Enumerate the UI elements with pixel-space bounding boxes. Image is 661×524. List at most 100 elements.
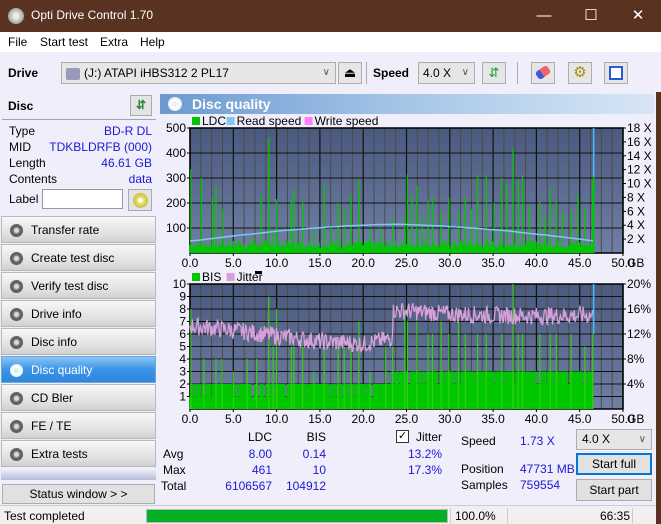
toolbar: Drive (J:) ATAPI iHBS312 2 PL17 ∨ ⏏ Spee…	[0, 52, 661, 92]
test-speed-select[interactable]: 4.0 X ∨	[576, 429, 652, 450]
disc-mid-row: MID TDKBLDRFB (000)	[9, 140, 152, 156]
close-button[interactable]: ✕	[615, 0, 661, 32]
stats-header-jitter: Jitter	[416, 430, 443, 444]
refresh-button[interactable]: ⇵	[482, 62, 506, 84]
disc-icon	[10, 252, 23, 265]
y-left-tick-label: 6	[179, 327, 186, 341]
nav-extra-tests[interactable]: Extra tests	[1, 440, 156, 467]
disc-icon	[10, 336, 23, 349]
legend-label-ldc: LDC	[202, 114, 226, 128]
title-bar: Opti Drive Control 1.70 — ☐ ✕	[0, 0, 661, 32]
y-left-tick-label: 1	[179, 390, 186, 404]
x-tick-label: 5.0	[225, 256, 242, 270]
stats-avg-bis: 0.14	[302, 447, 326, 461]
x-tick-label: 30.0	[438, 256, 462, 270]
start-part-button[interactable]: Start part	[576, 479, 652, 501]
chevron-down-icon: ∨	[461, 67, 469, 78]
nav-create-test-disc[interactable]: Create test disc	[1, 244, 156, 271]
nav-label: CD Bler	[31, 391, 74, 405]
x-tick-label: 10.0	[265, 412, 289, 426]
disc-icon	[10, 308, 23, 321]
y-left-tick-label: 8	[179, 302, 186, 316]
y-left-tick-label: 7	[179, 315, 186, 329]
nav-label: Create test disc	[31, 251, 115, 265]
nav-transfer-rate[interactable]: Transfer rate	[1, 216, 156, 243]
start-full-button[interactable]: Start full	[576, 453, 652, 475]
eject-button[interactable]: ⏏	[338, 62, 362, 84]
status-separator	[450, 508, 451, 523]
save-button[interactable]	[604, 62, 628, 84]
stats-max-bis: 10	[312, 463, 326, 477]
legend-swatch-jitter	[226, 273, 235, 281]
chevron-down-icon: ∨	[322, 67, 330, 78]
nav-label: Transfer rate	[31, 223, 100, 237]
y-right-tick-label: 8 X	[627, 190, 645, 204]
y-left-tick-label: 2	[179, 377, 186, 391]
y-right-tick-label: 6 X	[627, 204, 645, 218]
y-right-tick-label: 12%	[627, 327, 651, 341]
nav-disc-quality[interactable]: Disc quality	[1, 356, 156, 383]
eject-icon: ⏏	[343, 65, 357, 80]
legend-label-write-speed: Write speed	[315, 114, 379, 128]
ldc-chart: LDC Read speed Write speed 0.0 5.0 10.0 15.0 20…	[166, 114, 652, 270]
menu-bar: File Start test Extra Help	[0, 32, 661, 52]
status-window-button[interactable]: Status window > >	[2, 484, 155, 504]
panel-title: Disc quality	[192, 96, 271, 112]
stats-avg-label: Avg	[163, 447, 184, 461]
minimize-button[interactable]: —	[521, 0, 567, 32]
nav-label: Verify test disc	[31, 279, 109, 293]
nav-disc-info[interactable]: Disc info	[1, 328, 156, 355]
nav-verify-test-disc[interactable]: Verify test disc	[1, 272, 156, 299]
x-tick-label: 45.0	[568, 256, 592, 270]
menu-start-test[interactable]: Start test	[40, 35, 88, 49]
refresh-icon: ⇵	[488, 65, 500, 80]
legend-swatch-bis	[192, 273, 200, 281]
y-left-tick-label: 10	[173, 277, 187, 291]
nav-spacer	[1, 470, 156, 480]
app-icon	[8, 8, 24, 24]
y-left-tick-label: 300	[166, 171, 186, 185]
window-title: Opti Drive Control 1.70	[31, 8, 154, 22]
progress-bar	[146, 509, 448, 523]
menu-help[interactable]: Help	[140, 35, 165, 49]
disc-label-label: Label	[9, 192, 39, 206]
disc-icon	[10, 448, 23, 461]
toolbar-separator	[366, 62, 367, 84]
disc-label-button[interactable]	[128, 189, 152, 211]
progress-fill	[147, 510, 447, 522]
cd-icon	[133, 193, 148, 208]
refresh-icon: ⇵	[135, 98, 147, 112]
speed-select[interactable]: 4.0 X ∨	[418, 62, 475, 84]
legend-swatch-ldc	[192, 117, 200, 125]
settings-button[interactable]: ⚙	[568, 62, 592, 84]
jitter-checkbox[interactable]: ✓	[396, 430, 409, 443]
check-icon: ✓	[397, 430, 408, 442]
legend-label-bis: BIS	[202, 270, 221, 284]
y-right-tick-label: 16%	[627, 302, 651, 316]
disc-mid-label: MID	[9, 140, 31, 154]
status-separator	[632, 508, 633, 523]
nav-cd-bler[interactable]: CD Bler	[1, 384, 156, 411]
chevron-down-icon: ∨	[638, 434, 646, 445]
menu-extra[interactable]: Extra	[100, 35, 128, 49]
maximize-button[interactable]: ☐	[568, 0, 614, 32]
legend-swatch-read-speed	[226, 117, 235, 125]
drive-select[interactable]: (J:) ATAPI iHBS312 2 PL17 ∨	[61, 62, 336, 84]
speed-value: 4.0 X	[423, 66, 452, 80]
erase-button[interactable]	[531, 62, 555, 84]
disc-type-value: BD-R DL	[103, 124, 152, 138]
menu-file[interactable]: File	[8, 35, 27, 49]
disc-label-input[interactable]	[42, 189, 123, 209]
y-right-tick-label: 16 X	[627, 135, 652, 149]
nav-drive-info[interactable]: Drive info	[1, 300, 156, 327]
disc-icon	[168, 97, 182, 111]
stats-max-label: Max	[163, 463, 186, 477]
y-left-tick-label: 9	[179, 290, 186, 304]
disc-length-label: Length	[9, 156, 46, 170]
y-right-tick-label: 20%	[627, 277, 651, 291]
status-separator	[507, 508, 508, 523]
disc-refresh-button[interactable]: ⇵	[130, 95, 152, 116]
y-left-tick-label: 200	[166, 196, 186, 210]
x-tick-label: 25.0	[395, 412, 419, 426]
nav-fe-te[interactable]: FE / TE	[1, 412, 156, 439]
